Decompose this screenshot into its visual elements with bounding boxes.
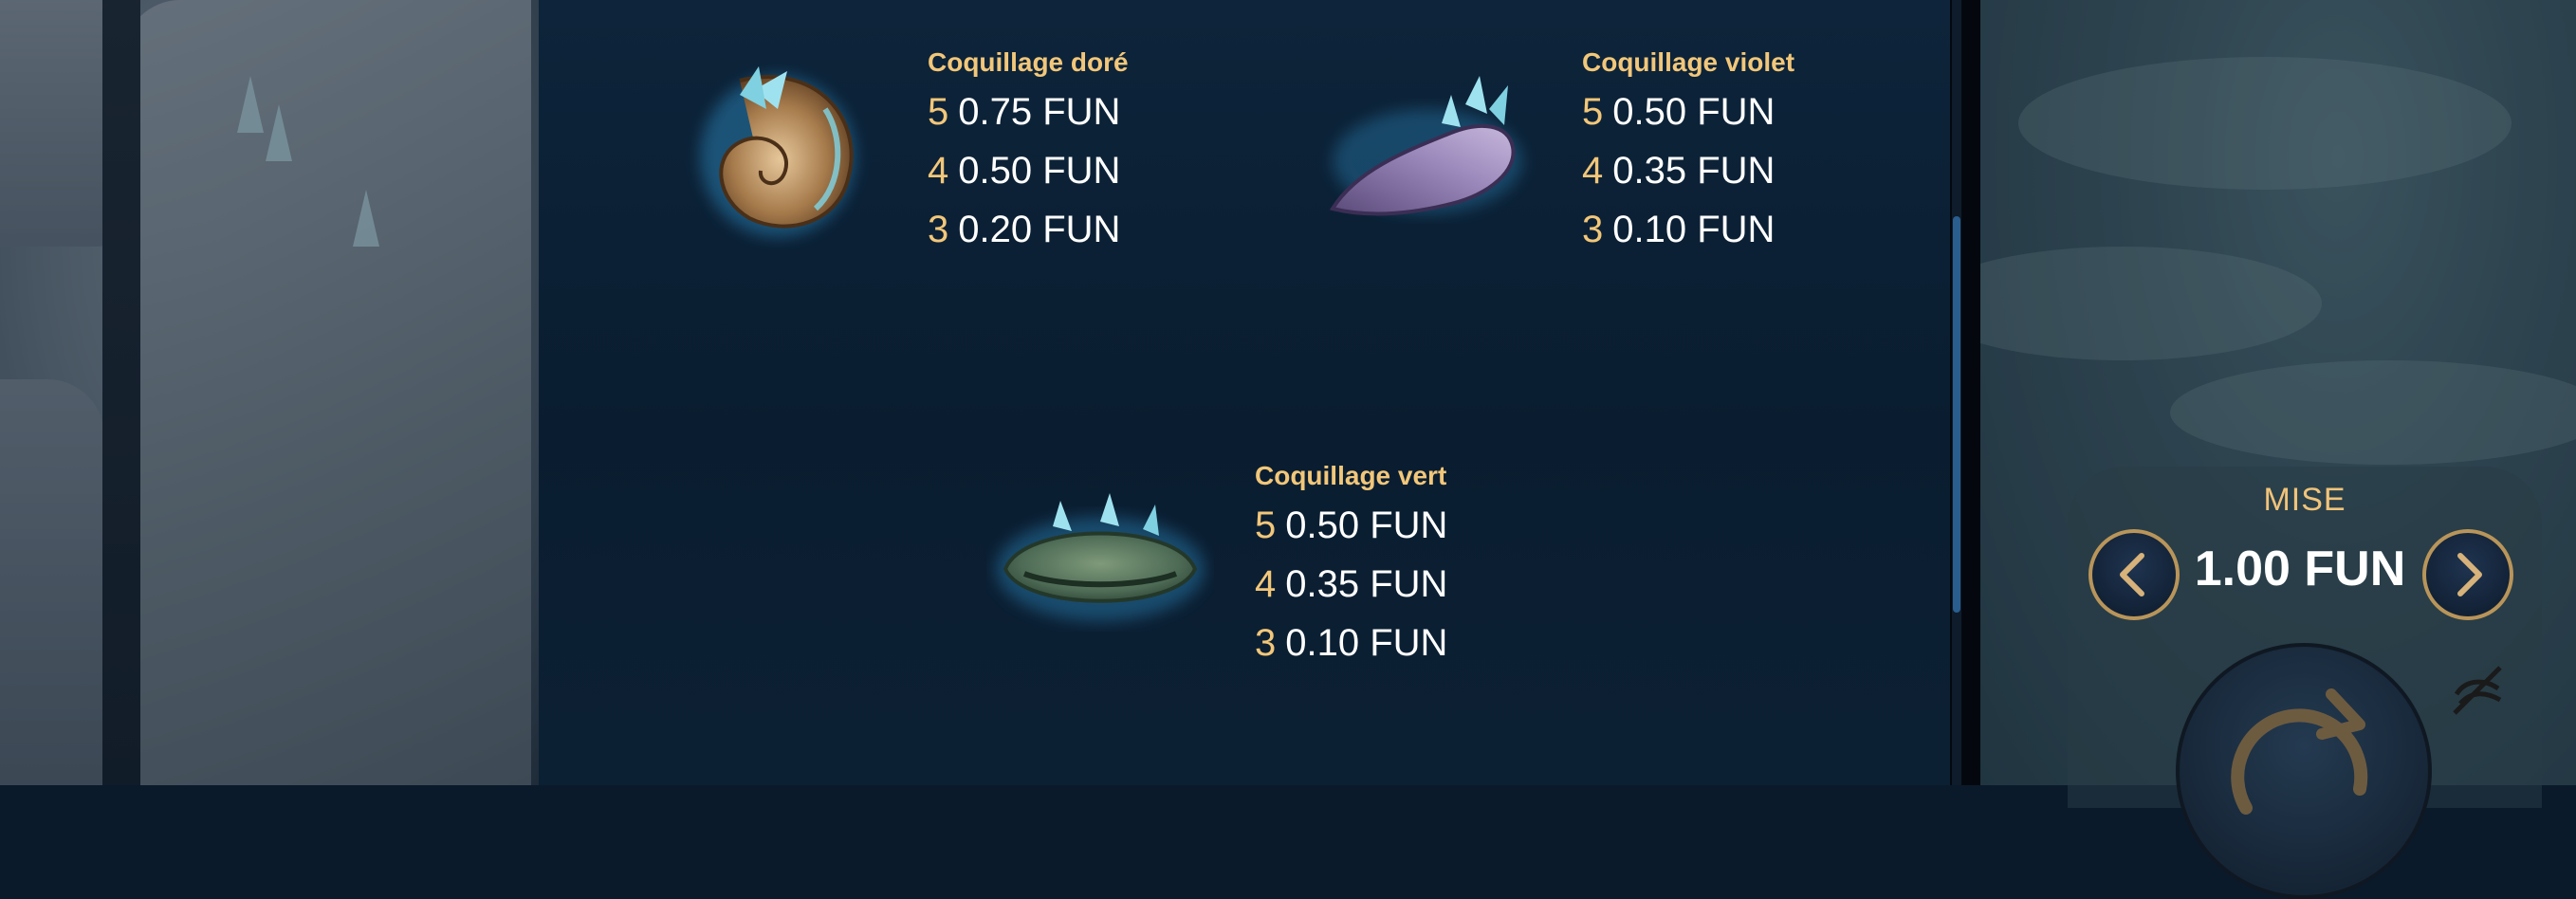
bet-value: 1.00 FUN bbox=[2194, 541, 2406, 596]
chevron-right-icon bbox=[2457, 553, 2482, 596]
scrollbar-thumb[interactable] bbox=[1953, 216, 1960, 613]
bet-label: MISE bbox=[2263, 482, 2346, 518]
green-shell-icon bbox=[986, 484, 1214, 639]
game-background-left bbox=[0, 0, 539, 785]
decrease-bet-button[interactable] bbox=[2088, 529, 2180, 620]
payout-row: 3 0.10 FUN bbox=[1255, 622, 1448, 664]
spin-button[interactable] bbox=[2176, 643, 2432, 899]
symbol-name: Coquillage vert bbox=[1255, 461, 1447, 490]
payout-row: 4 0.35 FUN bbox=[1582, 150, 1776, 192]
payout-row: 5 0.75 FUN bbox=[928, 91, 1121, 133]
payout-row: 3 0.20 FUN bbox=[928, 209, 1121, 250]
chevron-left-icon bbox=[2120, 553, 2144, 596]
increase-bet-button[interactable] bbox=[2422, 529, 2513, 620]
payout-row: 3 0.10 FUN bbox=[1582, 209, 1776, 250]
payout-row: 5 0.50 FUN bbox=[1255, 505, 1448, 546]
payout-row: 5 0.50 FUN bbox=[1582, 91, 1776, 133]
spin-arrow-icon bbox=[2231, 688, 2368, 815]
payout-row: 4 0.50 FUN bbox=[928, 150, 1121, 192]
violet-shell-icon bbox=[1318, 66, 1536, 241]
gold-shell-icon bbox=[683, 43, 873, 255]
payout-row: 4 0.35 FUN bbox=[1255, 563, 1448, 605]
autoplay-off-icon[interactable] bbox=[2447, 660, 2508, 725]
symbol-name: Coquillage violet bbox=[1582, 47, 1795, 77]
symbol-name: Coquillage doré bbox=[928, 47, 1129, 77]
